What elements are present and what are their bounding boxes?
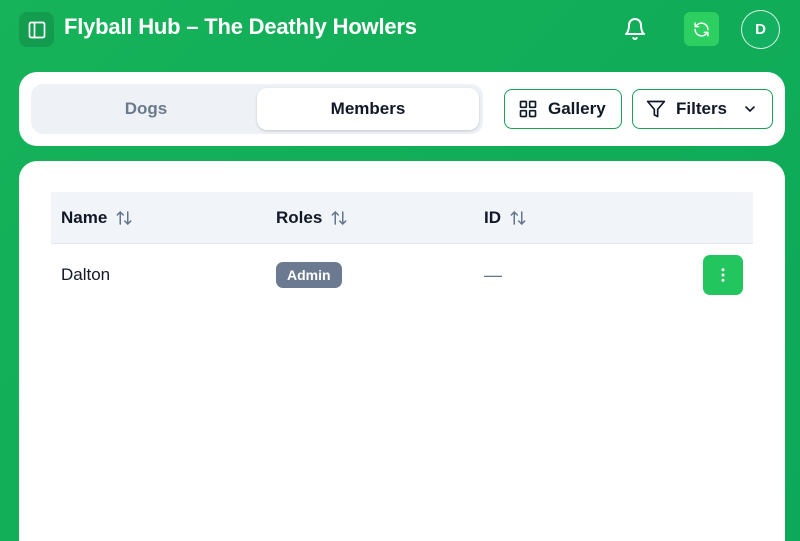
sort-icon[interactable] bbox=[509, 209, 527, 227]
tab-members[interactable]: Members bbox=[257, 88, 479, 130]
gallery-button[interactable]: Gallery bbox=[504, 89, 622, 129]
refresh-button[interactable] bbox=[684, 12, 719, 46]
sidebar-toggle-icon bbox=[28, 21, 45, 38]
table-header: Name Roles ID bbox=[51, 192, 753, 244]
refresh-icon bbox=[694, 21, 709, 37]
member-name: Dalton bbox=[61, 265, 111, 284]
grid-icon bbox=[519, 100, 537, 118]
filters-button[interactable]: Filters bbox=[632, 89, 773, 129]
role-badge: Admin bbox=[276, 262, 342, 288]
column-header-name[interactable]: Name bbox=[61, 192, 133, 244]
members-table: Name Roles ID Dalton Admin — bbox=[51, 192, 753, 306]
chevron-down-icon bbox=[745, 106, 755, 112]
column-id-label: ID bbox=[484, 208, 501, 227]
app-header: Flyball Hub – The Deathly Howlers D bbox=[0, 0, 800, 58]
sidebar-toggle-button[interactable] bbox=[19, 12, 54, 47]
user-avatar[interactable]: D bbox=[741, 10, 780, 49]
more-vertical-icon bbox=[721, 268, 725, 282]
app-title: Flyball Hub – The Deathly Howlers bbox=[64, 14, 417, 39]
row-actions-button[interactable] bbox=[703, 255, 743, 295]
member-id: — bbox=[484, 264, 502, 285]
column-header-id[interactable]: ID bbox=[484, 192, 527, 244]
notifications-button[interactable] bbox=[622, 16, 648, 42]
column-name-label: Name bbox=[61, 208, 108, 227]
column-roles-label: Roles bbox=[276, 208, 323, 227]
tab-dogs[interactable]: Dogs bbox=[35, 88, 257, 130]
view-tabs: Dogs Members bbox=[31, 84, 483, 134]
bell-icon bbox=[625, 18, 645, 40]
member-roles: Admin bbox=[276, 244, 342, 306]
members-card: Name Roles ID Dalton Admin — bbox=[19, 161, 785, 541]
sort-icon[interactable] bbox=[115, 209, 133, 227]
table-row[interactable]: Dalton Admin — bbox=[51, 244, 753, 306]
filters-label: Filters bbox=[676, 99, 728, 118]
column-header-roles[interactable]: Roles bbox=[276, 192, 348, 244]
toolbar-card: Dogs Members Gallery Filters bbox=[19, 72, 785, 146]
filter-icon bbox=[646, 100, 666, 118]
sort-icon[interactable] bbox=[330, 209, 348, 227]
gallery-label: Gallery bbox=[548, 99, 606, 118]
